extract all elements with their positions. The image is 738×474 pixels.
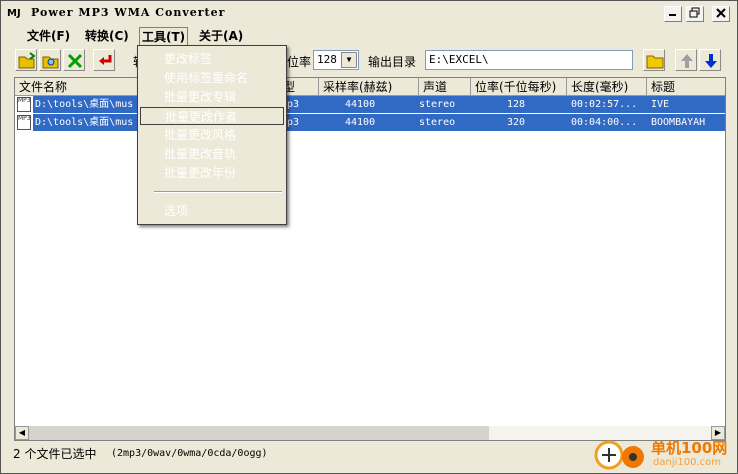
folder-icon	[646, 55, 664, 69]
output-dir-label: 输出目录	[368, 55, 417, 69]
remove-button[interactable]	[63, 49, 85, 71]
file-list[interactable]: 文件名称 型 采样率(赫兹) 声道 位率(千位每秒) 长度(毫秒) 标题 MP3…	[14, 77, 726, 441]
menu-item-batch-track[interactable]: 批量更改音轨	[140, 145, 284, 163]
mp3-file-icon: MP3	[17, 115, 31, 130]
menu-item-batch-year[interactable]: 批量更改年份	[140, 164, 284, 182]
maximize-button[interactable]	[686, 6, 704, 22]
delete-x-icon	[67, 53, 83, 69]
tools-dropdown-menu: 更改标签 使用标签重命名 批量更改专辑 批量更改作者 批量更改风格 批量更改音轨…	[137, 45, 287, 225]
bitrate-label: 位率	[287, 55, 312, 69]
status-formats: (2mp3/0wav/0wma/0cda/0ogg)	[111, 448, 268, 459]
column-channel[interactable]: 声道	[419, 78, 471, 96]
menu-item-rename-by-tag[interactable]: 使用标签重命名	[140, 69, 284, 87]
cell-title: BOOMBAYAH	[651, 117, 706, 128]
convert-button[interactable]	[93, 49, 115, 71]
cell-sample-rate: 44100	[345, 99, 376, 110]
column-title[interactable]: 标题	[647, 78, 725, 96]
cell-type: p3	[287, 99, 300, 110]
cell-length: 00:04:00...	[571, 117, 638, 128]
window-title: Power MP3 WMA Converter	[31, 6, 226, 19]
status-selected: 2 个文件已选中	[13, 447, 97, 461]
restore-icon	[689, 7, 700, 18]
close-button[interactable]	[712, 6, 730, 22]
menu-convert[interactable]: 转换(C)	[83, 27, 131, 45]
menu-separator	[154, 191, 282, 193]
toolbar: 转 位率 128 ▼ 输出目录 E:\EXCEL\	[11, 47, 729, 75]
cell-title: IVE	[651, 99, 670, 110]
return-arrow-icon	[99, 55, 112, 65]
cell-sample-rate: 44100	[345, 117, 376, 128]
open-folder-icon	[18, 52, 36, 69]
cell-bitrate: 320	[507, 117, 526, 128]
menu-item-batch-genre[interactable]: 批量更改风格	[140, 126, 284, 144]
menu-tools[interactable]: 工具(T)	[139, 27, 189, 45]
close-icon	[716, 8, 726, 18]
column-bitrate[interactable]: 位率(千位每秒)	[471, 78, 567, 96]
minimize-button[interactable]	[664, 6, 682, 22]
title-bar[interactable]: MJ Power MP3 WMA Converter	[1, 1, 737, 27]
watermark-name: 单机100网	[651, 439, 728, 457]
mp3-file-icon: MP3	[17, 97, 31, 112]
arrow-up-icon	[681, 54, 693, 68]
list-header: 文件名称 型 采样率(赫兹) 声道 位率(千位每秒) 长度(毫秒) 标题	[15, 78, 725, 96]
table-row[interactable]: MP3 D:\tools\桌面\mus p3 44100 stereo 128 …	[15, 96, 725, 113]
column-length[interactable]: 长度(毫秒)	[567, 78, 647, 96]
chevron-down-icon[interactable]: ▼	[341, 52, 357, 68]
cell-channel: stereo	[419, 99, 456, 110]
search-folder-icon	[42, 56, 59, 69]
menu-item-batch-album[interactable]: 批量更改专辑	[140, 88, 284, 106]
scroll-left-icon[interactable]: ◀	[15, 426, 29, 440]
bitrate-select[interactable]: 128 ▼	[313, 50, 359, 70]
menu-file[interactable]: 文件(F)	[25, 27, 72, 45]
open-folder-button[interactable]	[15, 49, 37, 71]
cell-type: p3	[287, 117, 300, 128]
watermark-logo-icon	[594, 440, 644, 470]
minimize-icon	[669, 14, 676, 16]
output-dir-input[interactable]: E:\EXCEL\	[425, 50, 633, 70]
browse-folder-button[interactable]	[643, 49, 665, 71]
scroll-thumb[interactable]	[29, 426, 489, 440]
column-sample-rate[interactable]: 采样率(赫兹)	[319, 78, 419, 96]
menu-item-options[interactable]: 选项	[140, 202, 284, 220]
cell-bitrate: 128	[507, 99, 526, 110]
table-row[interactable]: MP3 D:\tools\桌面\mus p3 44100 stereo 320 …	[15, 114, 725, 131]
app-icon: MJ	[7, 8, 21, 19]
watermark-url: danji100.com	[653, 457, 721, 468]
watermark: 单机100网 danji100.com	[593, 435, 738, 473]
move-down-button[interactable]	[699, 49, 721, 71]
app-window: MJ Power MP3 WMA Converter 文件(F) 转换(C) 工…	[0, 0, 738, 474]
cell-length: 00:02:57...	[571, 99, 638, 110]
menu-about[interactable]: 关于(A)	[197, 27, 245, 45]
move-up-button[interactable]	[675, 49, 697, 71]
menu-item-edit-tag[interactable]: 更改标签	[140, 50, 284, 68]
arrow-down-icon	[705, 54, 717, 68]
cell-channel: stereo	[419, 117, 456, 128]
menu-item-batch-artist[interactable]: 批量更改作者	[140, 107, 284, 125]
add-files-button[interactable]	[39, 49, 61, 71]
menu-bar: 文件(F) 转换(C) 工具(T) 关于(A)	[11, 27, 729, 45]
